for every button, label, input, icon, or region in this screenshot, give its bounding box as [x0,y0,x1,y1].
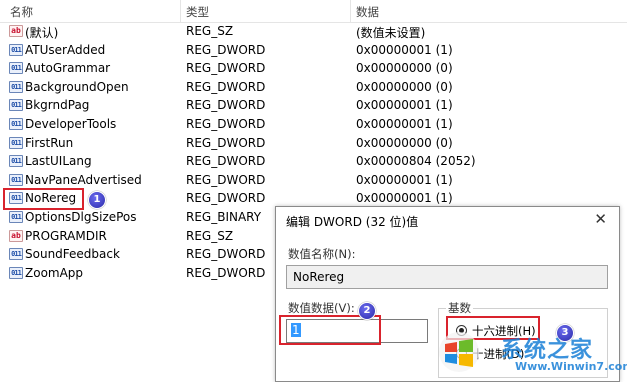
value-name: ATUserAdded [25,42,106,57]
value-type: REG_SZ [186,24,234,38]
value-data: 0x00000001 (1) [356,98,453,113]
close-icon[interactable]: ✕ [594,210,607,228]
dword-value-icon: 011 [9,155,23,168]
value-type: REG_DWORD [186,135,266,150]
value-name: OptionsDlgSizePos [25,210,137,224]
value-data: 0x00000000 (0) [356,61,453,76]
value-type: REG_DWORD [186,191,266,206]
value-data: 0x00000001 (1) [356,172,453,187]
value-name-field: NoRereg [286,265,608,289]
column-header-data[interactable]: 数据 [356,4,379,20]
value-name-label: 数值名称(N): [288,247,356,261]
value-name: BkgrndPag [25,98,90,113]
value-data: 0x00000001 (1) [356,117,453,131]
dword-value-icon: 011 [9,266,23,279]
list-item[interactable]: 011 NavPaneAdvertised REG_DWORD 0x000000… [0,171,627,190]
list-item[interactable]: 011 BackgroundOpen REG_DWORD 0x00000000 … [0,78,627,97]
dword-value-icon: 011 [9,136,23,149]
value-name: ZoomApp [25,265,84,280]
list-item[interactable]: 011 AutoGrammar REG_DWORD 0x00000000 (0) [0,59,627,78]
list-header: 名称 类型 数据 [0,0,627,23]
dword-value-icon: 011 [9,173,23,186]
column-header-type[interactable]: 类型 [186,4,209,20]
value-type: REG_BINARY [186,210,262,224]
column-separator[interactable] [350,0,351,22]
list-item[interactable]: 011 BkgrndPag REG_DWORD 0x00000001 (1) [0,96,627,115]
dword-value-icon: 011 [9,248,23,261]
value-type: REG_DWORD [186,98,266,113]
watermark-url: Www.Winwin7.com [515,360,627,373]
list-item[interactable]: 011 FirstRun REG_DWORD 0x00000000 (0) [0,134,627,153]
value-data: 0x00000001 (1) [356,42,453,57]
value-name: AutoGrammar [25,61,111,76]
value-type: REG_DWORD [186,117,266,131]
string-value-icon: ab [9,229,23,242]
value-data: 0x00000000 (0) [356,79,453,94]
value-name: PROGRAMDIR [25,228,107,243]
site-watermark: 系统之家 Www.Winwin7.com [423,322,627,380]
value-name: DeveloperTools [25,117,117,131]
column-header-name[interactable]: 名称 [10,4,33,20]
value-type: REG_DWORD [186,172,266,187]
value-name: SoundFeedback [25,247,120,262]
value-type: REG_DWORD [186,154,266,169]
dword-value-icon: 011 [9,118,23,130]
value-data: (数值未设置) [356,26,426,40]
dword-value-icon: 011 [9,62,23,75]
value-type: REG_DWORD [186,265,266,280]
dword-value-icon: 011 [9,43,23,56]
value-type: REG_DWORD [186,42,266,57]
list-item[interactable]: 011 ATUserAdded REG_DWORD 0x00000001 (1) [0,41,627,60]
annotation-highlight-box [3,188,84,210]
value-data-label: 数值数据(V): [288,301,355,315]
value-name: FirstRun [25,135,74,150]
dialog-title: 编辑 DWORD (32 位)值 [286,215,419,229]
value-name: NavPaneAdvertised [25,172,142,187]
value-data: 0x00000804 (2052) [356,154,476,169]
windows-logo-icon [439,332,479,372]
step-badge-1: 1 [88,191,106,209]
string-value-icon: ab [9,25,23,37]
list-item[interactable]: 011 LastUILang REG_DWORD 0x00000804 (205… [0,152,627,171]
value-type: REG_SZ [186,228,234,243]
list-item[interactable]: ab (默认) REG_SZ (数值未设置) [0,22,627,41]
binary-value-icon: 011 [9,211,23,223]
value-name: BackgroundOpen [25,79,129,94]
value-type: REG_DWORD [186,247,266,262]
value-type: REG_DWORD [186,79,266,94]
dword-value-icon: 011 [9,80,23,93]
value-name: (默认) [25,26,59,40]
value-data: 0x00000001 (1) [356,191,453,206]
value-data: 0x00000000 (0) [356,135,453,150]
base-label: 基数 [446,300,473,316]
step-badge-2: 2 [358,302,376,320]
dword-value-icon: 011 [9,99,23,112]
list-item[interactable]: 011 DeveloperTools REG_DWORD 0x00000001 … [0,115,627,134]
value-name: LastUILang [25,154,92,169]
value-type: REG_DWORD [186,61,266,76]
column-separator[interactable] [180,0,181,22]
